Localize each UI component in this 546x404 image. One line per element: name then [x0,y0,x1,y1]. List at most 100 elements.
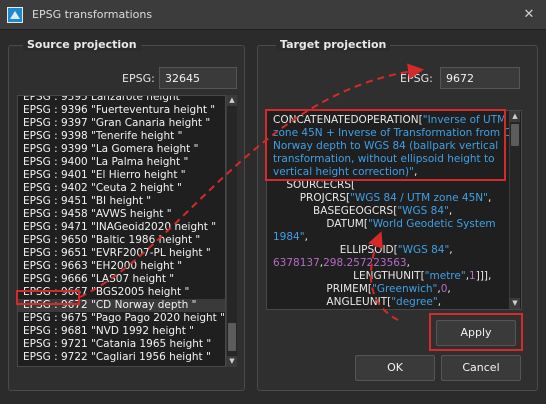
ok-button[interactable]: OK [355,355,435,381]
wkt-token: , [487,192,492,204]
wkt-token: Norway depth to WGS 84 (ballpark vertica… [273,140,499,152]
epsg-code: EPSG : 9667 [23,286,88,298]
wkt-line: 6378137,298.257223563, [273,257,507,270]
wkt-line: CONCATENATEDOPERATION["Inverse of UTM [273,114,507,127]
projection-name: "AVWS height " [91,208,172,220]
projection-name: "INAGeoid2020 height " [91,221,217,233]
list-item[interactable]: EPSG : 9400 "La Palma height " [18,156,225,169]
epsg-code: EPSG : 9675 [23,312,88,324]
wkt-line: zone 45N + Inverse of Transformation fro… [273,127,519,140]
projection-name: "Cagliari 1956 height " [91,351,211,363]
epsg-code: EPSG : 9721 [23,338,88,350]
wkt-token: "World Geodetic System [367,218,496,230]
cancel-button[interactable]: Cancel [441,355,521,381]
list-item[interactable]: EPSG : 9651 "EVRF2007-PL height " [18,247,225,260]
scroll-down-icon[interactable]: ▼ [510,298,520,309]
wkt-token: ]]], [475,270,492,282]
wkt-token: 1 [469,270,476,282]
epsg-code: EPSG : 9650 [23,234,88,246]
list-item[interactable]: EPSG : 9666 "LAS07 height " [18,273,225,286]
app-logo-icon [7,7,23,23]
wkt-token: "Inverse of UTM [422,114,507,126]
list-item[interactable]: EPSG : 9722 "Cagliari 1956 height " [18,351,225,364]
list-item[interactable]: EPSG : 9672 "CD Norway depth " [18,299,225,312]
wkt-token: , [406,257,410,269]
list-item[interactable]: EPSG : 9681 "NVD 1992 height " [18,325,225,338]
epsg-code: EPSG : 9398 [23,130,88,142]
target-projection-title: Target projection [276,38,391,51]
wkt-token: LENGTHUNIT[ [273,270,425,282]
scroll-up-icon[interactable]: ▲ [227,95,237,106]
wkt-token: , [447,283,451,295]
window-title: EPSG transformations [32,8,153,21]
epsg-code: EPSG : 9666 [23,273,88,285]
scroll-up-icon[interactable]: ▲ [510,111,520,122]
source-epsg-field[interactable] [159,67,237,89]
epsg-code: EPSG : 9458 [23,208,88,220]
wkt-scrollbar[interactable]: ▲ ▼ [509,111,520,309]
wkt-line: vertical height correction)", [273,166,507,179]
list-item[interactable]: EPSG : 9471 "INAGeoid2020 height " [18,221,225,234]
close-icon[interactable]: ✕ [520,6,538,24]
scrollbar-thumb[interactable] [511,124,519,146]
wkt-token: "WGS 84" [397,205,449,217]
list-item[interactable]: EPSG : 9458 "AVWS height " [18,208,225,221]
wkt-line: PRIMEM["Greenwich",0, [273,283,507,296]
projection-name: "EH2000 height " [91,260,183,272]
list-item[interactable]: EPSG : 9650 "Baltic 1986 height " [18,234,225,247]
wkt-token: , [437,296,442,308]
wkt-token: 298.257223563 [323,257,407,269]
wkt-token: CONCATENATEDOPERATION[ [273,114,423,126]
epsg-code: EPSG : 9471 [23,221,88,233]
epsg-code: EPSG : 9663 [23,260,88,272]
title-bar: EPSG transformations ✕ [0,0,546,30]
list-item[interactable]: EPSG : 9396 "Fuerteventura height " [18,104,225,117]
projection-name: "EVRF2007-PL height " [91,247,211,259]
wkt-line: SOURCECRS[ [273,179,507,192]
epsg-code: EPSG : 9451 [23,195,88,207]
list-item[interactable]: EPSG : 9399 "La Gomera height " [18,143,225,156]
list-item[interactable]: EPSG : 9663 "EH2000 height " [18,260,225,273]
epsg-code: EPSG : 9402 [23,182,88,194]
apply-button[interactable]: Apply [436,320,516,346]
list-item[interactable]: EPSG : 9398 "Tenerife height " [18,130,225,143]
wkt-text-area[interactable]: CONCATENATEDOPERATION["Inverse of UTM zon… [266,110,522,310]
wkt-token: DATUM[ [273,218,368,230]
projection-name: "BGS2005 height " [91,286,190,298]
list-item[interactable]: EPSG : 9451 "BI height " [18,195,225,208]
list-item[interactable]: EPSG : 9675 "Pago Pago 2020 height " [18,312,225,325]
wkt-line: BASEGEOGCRS["WGS 84", [273,205,507,218]
list-item[interactable]: EPSG : 9397 "Gran Canaria height " [18,117,225,130]
wkt-token: ANGLEUNIT[ [273,296,392,308]
scroll-down-icon[interactable]: ▼ [227,356,237,367]
source-projection-list[interactable]: EPSG : 9395 Lanzarote height EPSG : 9396 "… [17,95,226,367]
projection-name: "CD Norway depth " [91,299,197,311]
projection-name: "Fuerteventura height " [91,104,216,116]
target-epsg-field[interactable] [440,67,520,89]
projection-name: "El Hierro height " [91,169,186,181]
wkt-token: "degree" [391,296,438,308]
list-item[interactable]: EPSG : 9667 "BGS2005 height " [18,286,225,299]
wkt-token: PRIMEM[ [273,283,372,295]
epsg-code: EPSG : 9651 [23,247,88,259]
wkt-token: "Greenwich" [371,283,438,295]
wkt-token: transformation, without ellipsoid height… [273,153,495,165]
epsg-code: EPSG : 9681 [23,325,88,337]
wkt-token: SOURCECRS[ [273,179,356,191]
list-item[interactable]: EPSG : 9721 "Catania 1965 height " [18,338,225,351]
projection-name: "NVD 1992 height " [91,325,194,337]
scrollbar-thumb[interactable] [228,323,236,351]
epsg-code: EPSG : 9397 [23,117,88,129]
wkt-token: ELLIPSOID[ [273,244,398,256]
wkt-line: transformation, without ellipsoid height… [273,153,507,166]
epsg-code: EPSG : 9722 [23,351,88,363]
wkt-token: PROJCRS[ [273,192,351,204]
list-item[interactable]: EPSG : 9401 "El Hierro height " [18,169,225,182]
source-epsg-label: EPSG: [122,72,155,85]
list-item[interactable]: EPSG : 9402 "Ceuta 2 height " [18,182,225,195]
wkt-line: Norway depth to WGS 84 (ballpark vertica… [273,140,507,153]
source-list-scrollbar[interactable]: ▲ ▼ [226,95,237,367]
wkt-token: "WGS 84" [397,244,450,256]
source-projection-title: Source projection [23,38,141,51]
wkt-line: LENGTHUNIT["metre",1]]], [273,270,507,283]
